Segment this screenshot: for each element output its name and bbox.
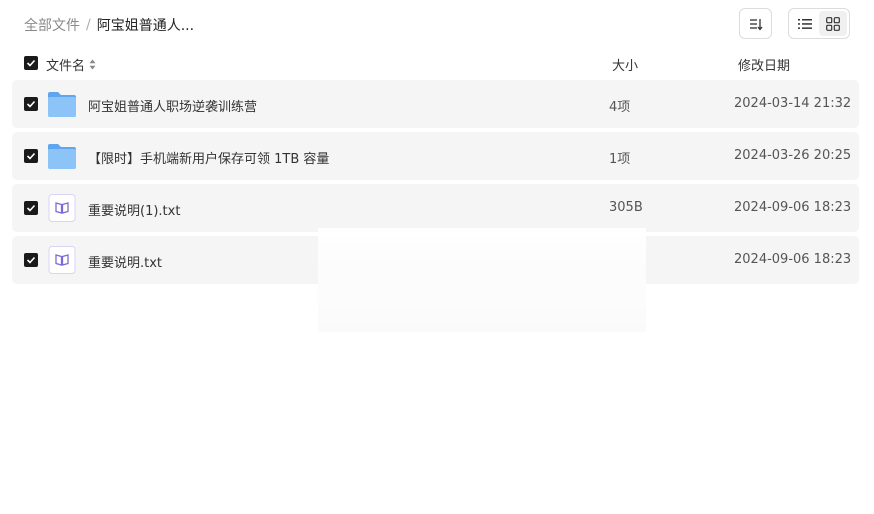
header-size-label: 大小: [612, 59, 639, 74]
breadcrumb: 全部文件 / 阿宝姐普通人...: [24, 15, 194, 35]
view-mode-toggle: [788, 8, 850, 39]
header-date-label: 修改日期: [738, 59, 791, 74]
file-size: 1项: [609, 152, 631, 167]
breadcrumb-separator: /: [86, 17, 91, 33]
row-checkbox[interactable]: [24, 97, 38, 111]
row-checkbox[interactable]: [24, 201, 38, 215]
check-icon: [26, 100, 36, 108]
file-date: 2024-03-26 20:25: [734, 148, 852, 163]
txt-file-icon: [48, 246, 76, 274]
folder-icon: [48, 92, 76, 117]
select-all-checkbox[interactable]: [24, 56, 38, 70]
file-name[interactable]: 【限时】手机端新用户保存可领 1TB 容量: [88, 148, 329, 167]
grid-view-button[interactable]: [819, 11, 847, 36]
grid-view-icon: [826, 16, 840, 31]
loading-overlay: [318, 228, 646, 332]
file-date: 2024-03-14 21:32: [734, 96, 852, 111]
file-size: 4项: [609, 100, 631, 115]
header-name-label: 文件名: [46, 59, 86, 74]
check-icon: [26, 204, 36, 212]
check-icon: [26, 152, 36, 160]
file-name[interactable]: 重要说明(1).txt: [88, 200, 180, 219]
file-date: 2024-09-06 18:23: [734, 252, 852, 267]
view-toolbar: [739, 8, 850, 39]
file-name[interactable]: 阿宝姐普通人职场逆袭训练营: [88, 96, 257, 115]
file-size: 305B: [609, 200, 643, 215]
header-name-sort[interactable]: 文件名: [46, 55, 96, 74]
file-row[interactable]: 阿宝姐普通人职场逆袭训练营 4项 2024-03-14 21:32: [12, 80, 859, 128]
row-checkbox[interactable]: [24, 149, 38, 163]
list-view-button[interactable]: [791, 11, 819, 36]
breadcrumb-root-link[interactable]: 全部文件: [24, 15, 80, 35]
file-row[interactable]: 重要说明(1).txt 305B 2024-09-06 18:23: [12, 184, 859, 232]
file-date: 2024-09-06 18:23: [734, 200, 852, 215]
file-name[interactable]: 重要说明.txt: [88, 252, 162, 271]
row-checkbox[interactable]: [24, 253, 38, 267]
check-icon: [26, 256, 36, 264]
sort-toggle-icon: [89, 59, 96, 70]
file-row[interactable]: 【限时】手机端新用户保存可领 1TB 容量 1项 2024-03-26 20:2…: [12, 132, 859, 180]
list-view-icon: [798, 18, 812, 29]
folder-icon: [48, 144, 76, 169]
sort-button[interactable]: [739, 8, 772, 39]
sort-icon: [749, 18, 763, 31]
breadcrumb-current: 阿宝姐普通人...: [96, 18, 195, 34]
txt-file-icon: [48, 194, 76, 222]
table-header: 文件名 大小 修改日期: [24, 55, 854, 74]
check-icon: [26, 59, 36, 67]
